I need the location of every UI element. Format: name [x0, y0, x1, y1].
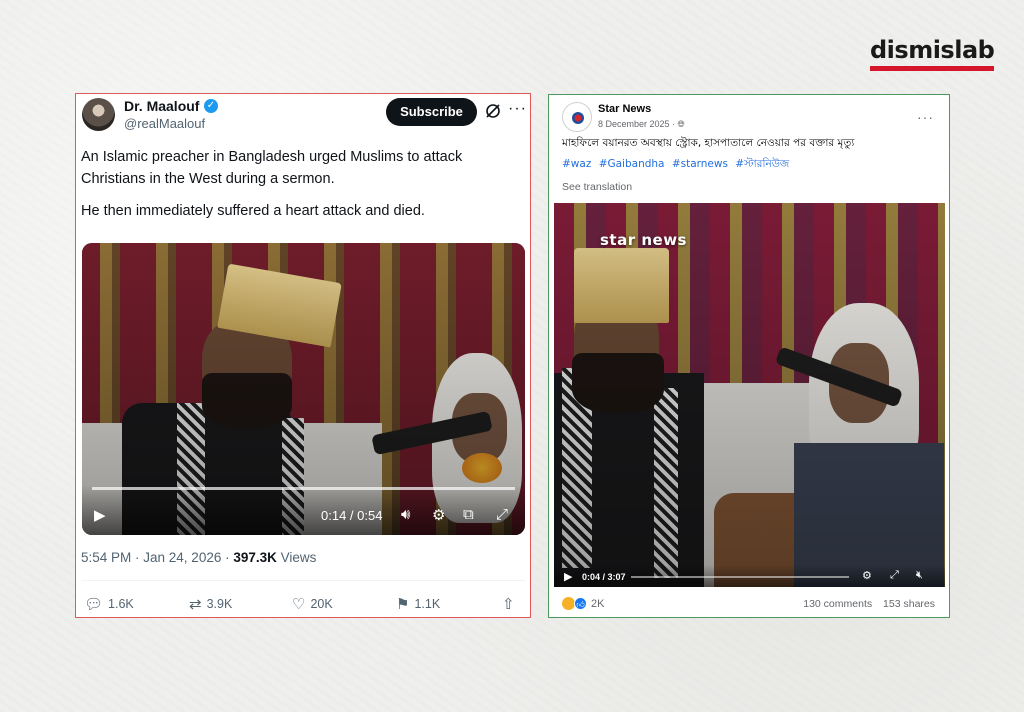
- reactions-count: 2K: [591, 597, 605, 610]
- verified-badge-icon: ✓: [204, 99, 218, 113]
- divider: [81, 580, 525, 581]
- like-button[interactable]: ♡ 20K: [292, 595, 333, 613]
- repost-count: 3.9K: [206, 597, 233, 611]
- logo-text: dismislab: [870, 36, 995, 64]
- tweet-text: An Islamic preacher in Bangladesh urged …: [81, 146, 521, 232]
- tweet-actions: 💬︎ 1.6K ⇄ 3.9K ♡ 20K ⚑ 1.1K ⇧: [84, 595, 524, 615]
- fullscreen-icon[interactable]: ⤢: [890, 569, 899, 582]
- logo-underline: [870, 66, 994, 71]
- video-time: 0:14 / 0:54: [321, 508, 383, 523]
- fullscreen-icon[interactable]: ⤢: [496, 506, 508, 523]
- video-time: 0:04 / 3:07: [582, 572, 626, 582]
- bookmark-button[interactable]: ⚑ 1.1K: [396, 595, 440, 613]
- video-controls: [82, 485, 525, 535]
- tweet-text-paragraph-1: An Islamic preacher in Bangladesh urged …: [81, 149, 463, 187]
- avatar[interactable]: [82, 98, 115, 131]
- tweet-video[interactable]: ▶ 0:14 / 0:54 🔊︎ ⚙ ⧉ ⤢: [82, 243, 525, 535]
- post-date[interactable]: 8 December 2025 · 🌐︎: [598, 119, 685, 130]
- reply-button[interactable]: 💬︎ 1.6K: [84, 595, 134, 613]
- reply-icon: 💬︎: [84, 596, 104, 613]
- settings-icon[interactable]: ⚙: [862, 569, 872, 582]
- author-handle[interactable]: @realMaalouf: [124, 116, 205, 131]
- video-progress-bar[interactable]: [631, 576, 849, 578]
- video-watermark: star news: [600, 231, 687, 249]
- views-count: 397.3K: [233, 550, 277, 565]
- tweet-meta: 5:54 PM · Jan 24, 2026 · 397.3K Views: [81, 550, 316, 565]
- repost-icon: ⇄: [189, 596, 202, 613]
- tweet-text-paragraph-2: He then immediately suffered a heart att…: [81, 203, 425, 219]
- play-icon[interactable]: ▶: [564, 570, 572, 583]
- repost-button[interactable]: ⇄ 3.9K: [189, 595, 232, 613]
- facebook-post-card: Star News 8 December 2025 · 🌐︎ ··· মাহফি…: [548, 94, 950, 618]
- tweet-timestamp[interactable]: 5:54 PM · Jan 24, 2026 ·: [81, 550, 233, 565]
- page-avatar[interactable]: [562, 102, 592, 132]
- bookmark-icon: ⚑: [396, 596, 410, 613]
- video-frame: [554, 203, 945, 587]
- reply-count: 1.6K: [108, 597, 134, 611]
- post-caption: মাহফিলে বয়ানরত অবস্থায় স্ট্রোক, হাসপাত…: [562, 137, 855, 149]
- globe-icon: 🌐︎: [677, 119, 685, 129]
- grok-icon[interactable]: [484, 102, 502, 120]
- like-count: 20K: [310, 597, 333, 611]
- hashtag[interactable]: #starnews: [672, 158, 728, 170]
- engagement-counts: 130 comments 153 shares: [795, 598, 935, 610]
- hashtags: #waz #Gaibandha #starnews #স্টারনিউজ: [562, 157, 793, 174]
- shares-count[interactable]: 153 shares: [883, 598, 935, 610]
- more-icon[interactable]: ···: [508, 100, 527, 118]
- bookmark-count: 1.1K: [414, 597, 441, 611]
- hashtag[interactable]: #স্টারনিউজ: [735, 158, 789, 170]
- comments-count[interactable]: 130 comments: [803, 598, 872, 610]
- like-reaction-icon: 👍︎: [574, 597, 587, 610]
- dismislab-logo: dismislab: [870, 36, 995, 72]
- hashtag[interactable]: #Gaibandha: [599, 158, 665, 170]
- mute-icon[interactable]: 🔇︎: [916, 569, 923, 582]
- page-name[interactable]: Star News: [598, 103, 651, 115]
- more-icon[interactable]: ···: [917, 109, 934, 125]
- subscribe-button[interactable]: Subscribe: [386, 98, 477, 126]
- share-icon: ⇧: [502, 596, 515, 613]
- see-translation-link[interactable]: See translation: [562, 181, 632, 193]
- play-icon[interactable]: ▶: [94, 506, 106, 524]
- tweet-card: Dr. Maalouf ✓ @realMaalouf Subscribe ···…: [75, 93, 531, 618]
- author-name[interactable]: Dr. Maalouf: [124, 98, 199, 114]
- volume-icon[interactable]: 🔊︎: [401, 506, 410, 523]
- heart-icon: ♡: [292, 596, 306, 613]
- post-video[interactable]: star news ▶ 0:04 / 3:07 ⚙ ⤢ 🔇︎: [554, 203, 945, 587]
- reactions[interactable]: 👍︎ 2K: [562, 597, 604, 610]
- hashtag[interactable]: #waz: [562, 158, 591, 170]
- video-progress-bar[interactable]: [92, 487, 515, 490]
- views-label: Views: [276, 550, 317, 565]
- settings-icon[interactable]: ⚙: [432, 506, 445, 524]
- pip-icon[interactable]: ⧉: [463, 506, 474, 523]
- share-button[interactable]: ⇧: [502, 595, 515, 613]
